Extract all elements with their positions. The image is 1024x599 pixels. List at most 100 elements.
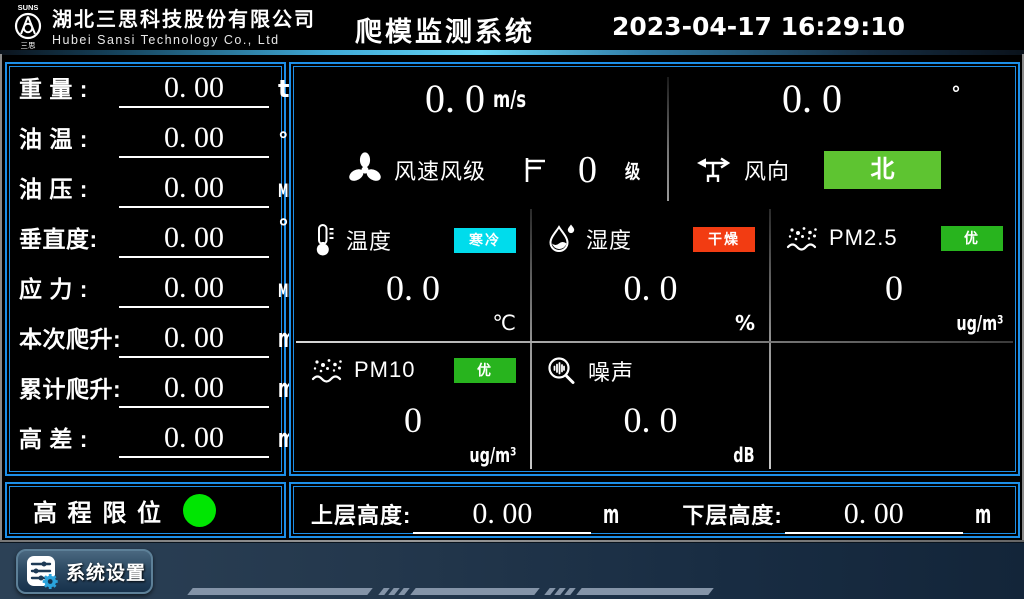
- footer-stripe: [398, 588, 409, 595]
- sensor-name: PM10: [354, 357, 415, 383]
- lower-height-value: 0. 00: [844, 497, 904, 530]
- measure-value: 0. 00: [164, 71, 224, 104]
- sensor-value: 0: [296, 399, 530, 442]
- sensor-name: PM2.5: [829, 225, 898, 251]
- sensor-cell-empty: [771, 343, 1017, 473]
- lower-height-group: 下层高度: 0. 00 m: [682, 498, 1001, 534]
- measure-row-stress: 应 力 : 0. 00 MPa: [19, 270, 278, 320]
- datetime-display: 2023-04-17 16:29:10: [612, 12, 905, 41]
- measure-label: 垂直度:: [19, 220, 119, 254]
- sensor-name: 噪声: [588, 355, 634, 387]
- noise-icon: [546, 355, 578, 387]
- logo-suns-text: SUNS: [18, 3, 39, 12]
- pm25-status-badge: 优: [941, 226, 1003, 251]
- measure-value: 0. 00: [164, 421, 224, 454]
- wind-direction-unit: °: [952, 83, 960, 106]
- elevation-limit-status-indicator: [183, 494, 216, 527]
- wind-direction-section: 0. 0 ° 风向 北: [670, 69, 1013, 207]
- sensor-name: 温度: [346, 224, 392, 256]
- measure-value: 0. 00: [164, 121, 224, 154]
- sensor-value: 0. 0: [532, 267, 769, 310]
- wind-section-divider: [667, 77, 669, 201]
- wind-speed-label: 风速风级: [394, 154, 486, 186]
- measure-value: 0. 00: [164, 221, 224, 254]
- footer-stripe: [576, 588, 713, 595]
- wind-direction-button[interactable]: 北: [824, 151, 941, 189]
- dust-icon: [785, 223, 819, 253]
- measurements-panel: 重 量 : 0. 00 t 油 温 : 0. 00 ℃ 油 压 : 0. 00 …: [5, 62, 286, 476]
- page-title: 爬模监测系统: [355, 10, 535, 49]
- pm10-status-badge: 优: [454, 358, 516, 383]
- logo-sansi-text: 三思: [21, 41, 36, 50]
- wind-level-flag-icon: [522, 155, 548, 185]
- company-name-cn: 湖北三思科技股份有限公司: [52, 3, 316, 32]
- wind-level-unit: 级: [625, 157, 640, 184]
- measure-label: 累计爬升:: [19, 370, 119, 404]
- layer-heights-panel: 上层高度: 0. 00 m 下层高度: 0. 00 m: [289, 482, 1020, 538]
- lower-height-unit: m: [975, 500, 991, 530]
- elevation-limit-panel: 高 程 限 位: [5, 482, 286, 538]
- screen-edge-left: [0, 54, 2, 540]
- system-settings-button[interactable]: 系统设置: [16, 549, 153, 594]
- sensor-cell-temperature: 温度 寒冷 0. 0 ℃: [296, 211, 530, 341]
- settings-sliders-gear-icon: [26, 554, 60, 590]
- measure-value: 0. 00: [164, 171, 224, 204]
- header-divider: [0, 50, 1024, 55]
- footer-stripe: [564, 588, 575, 595]
- measure-value: 0. 00: [164, 371, 224, 404]
- measure-unit: °: [278, 216, 289, 241]
- footer-stripe: [187, 588, 372, 595]
- measure-label: 油 温 :: [19, 120, 119, 154]
- upper-height-unit: m: [603, 500, 619, 530]
- wind-direction-label: 风向: [744, 154, 790, 186]
- measure-row-current-climb: 本次爬升: 0. 00 m: [19, 320, 278, 370]
- sensor-cell-pm10: PM10 优 0 ug/m³: [296, 343, 530, 473]
- footer-bar: 系统设置: [0, 542, 1024, 599]
- sensor-value: 0. 0: [532, 399, 769, 442]
- upper-height-label: 上层高度:: [311, 498, 411, 530]
- sensor-cell-pm25: PM2.5 优 0 ug/m³: [771, 211, 1017, 341]
- dust-icon: [310, 355, 344, 385]
- sensor-cell-noise: 噪声 0. 0 dB: [532, 343, 769, 473]
- wind-speed-unit: m/s: [493, 87, 526, 113]
- measure-row-verticality: 垂直度: 0. 00 °: [19, 220, 278, 270]
- measure-label: 重 量 :: [19, 70, 119, 104]
- measure-row-total-climb: 累计爬升: 0. 00 m: [19, 370, 278, 420]
- measure-label: 油 压 :: [19, 170, 119, 204]
- measure-label: 本次爬升:: [19, 320, 119, 354]
- header: SUNS 三思 湖北三思科技股份有限公司 Hubei Sansi Technol…: [0, 0, 1024, 50]
- upper-height-value: 0. 00: [472, 497, 532, 530]
- sensor-value: 0: [771, 267, 1017, 310]
- company-logo-icon: SUNS 三思: [8, 2, 48, 50]
- sensor-unit: ug/m³: [956, 311, 1003, 335]
- environment-panel: 0. 0 m/s 风速风级: [289, 62, 1020, 476]
- fan-icon: [346, 151, 384, 189]
- humidity-status-badge: 干燥: [693, 227, 755, 252]
- measure-label: 应 力 :: [19, 270, 119, 304]
- temperature-status-badge: 寒冷: [454, 228, 516, 253]
- measure-unit: t: [278, 75, 289, 103]
- sensor-name: 湿度: [586, 223, 632, 255]
- wind-speed-value: 0. 0: [425, 76, 485, 121]
- wind-vane-icon: [694, 155, 734, 185]
- measure-value: 0. 00: [164, 271, 224, 304]
- settings-button-label: 系统设置: [66, 558, 146, 585]
- lower-height-label: 下层高度:: [682, 498, 782, 530]
- wind-level-value: 0: [578, 151, 597, 189]
- sensor-cell-humidity: 湿度 干燥 0. 0 %: [532, 211, 769, 341]
- thermometer-icon: [310, 223, 336, 257]
- measure-row-oil-pressure: 油 压 : 0. 00 MPa: [19, 170, 278, 220]
- measure-value: 0. 00: [164, 321, 224, 354]
- measure-row-weight: 重 量 : 0. 00 t: [19, 70, 278, 120]
- company-name-en: Hubei Sansi Technology Co., Ltd: [52, 33, 316, 47]
- monitoring-screen: SUNS 三思 湖北三思科技股份有限公司 Hubei Sansi Technol…: [0, 0, 1024, 599]
- wind-direction-value: 0. 0: [782, 77, 842, 121]
- sensor-unit: %: [735, 311, 755, 335]
- measure-label: 高 差 :: [19, 420, 119, 454]
- measure-row-height-diff: 高 差 : 0. 00 m: [19, 420, 278, 470]
- footer-stripe: [410, 588, 539, 595]
- wind-speed-section: 0. 0 m/s 风速风级: [296, 69, 668, 207]
- measure-row-oil-temp: 油 温 : 0. 00 ℃: [19, 120, 278, 170]
- droplet-icon: [546, 223, 576, 255]
- elevation-limit-label: 高 程 限 位: [33, 493, 163, 528]
